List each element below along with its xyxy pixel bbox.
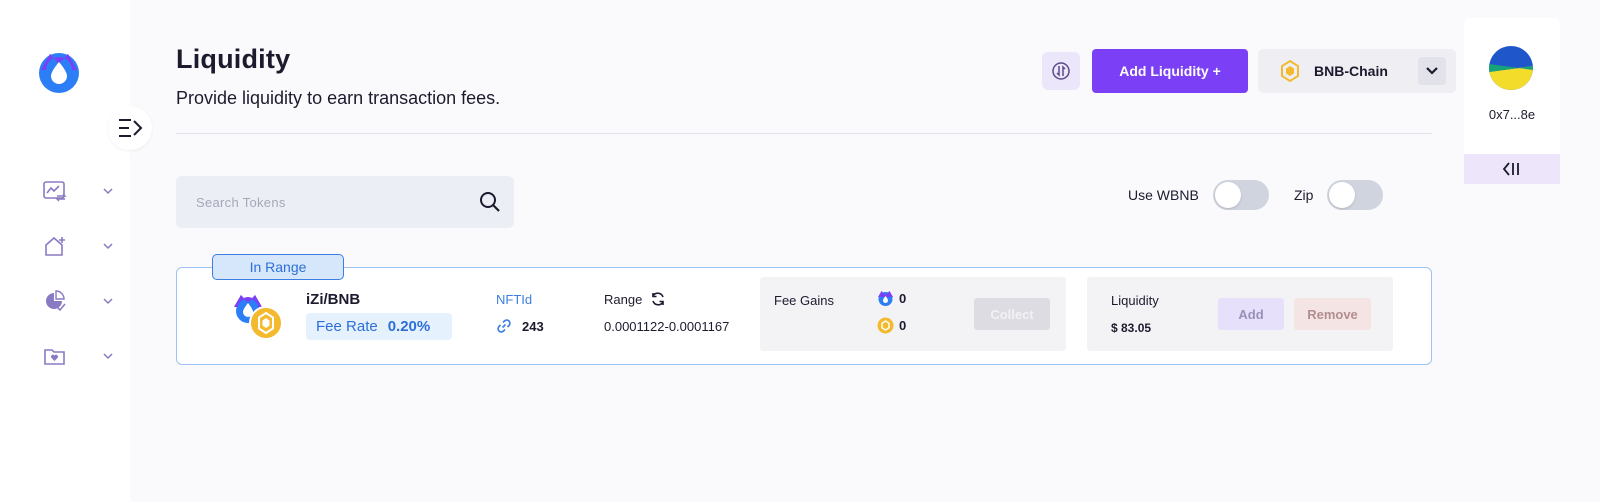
swap-mode-button[interactable] xyxy=(1042,52,1080,90)
izumi-logo[interactable] xyxy=(37,48,81,94)
header-divider xyxy=(176,133,1432,134)
fee-gain-bnb: 0 xyxy=(877,317,906,334)
nft-id-label: NFTId xyxy=(496,292,533,307)
fee-rate-label: Fee Rate xyxy=(316,318,378,335)
wallet-panel-collapse-button[interactable] xyxy=(1464,154,1560,184)
chevron-down-icon xyxy=(103,243,113,250)
price-range-value: 0.0001122-0.0001167 xyxy=(604,319,730,334)
menu-collapse-icon xyxy=(119,119,143,137)
search-input[interactable] xyxy=(196,194,478,210)
liquidity-panel: Liquidity $ 83.05 Add Remove xyxy=(1087,277,1393,351)
toggle-knob xyxy=(1214,182,1241,208)
chain-dropdown-caret[interactable] xyxy=(1418,57,1446,85)
chevron-down-icon xyxy=(103,353,113,360)
add-button[interactable]: Add xyxy=(1218,298,1284,330)
zip-label: Zip xyxy=(1294,187,1314,203)
use-wbnb-toggle-group: Use WBNB xyxy=(1128,180,1269,210)
sidebar-collapse-button[interactable] xyxy=(108,106,152,150)
page-title: Liquidity xyxy=(176,44,291,74)
use-wbnb-label: Use WBNB xyxy=(1128,187,1199,203)
bnb-token-icon xyxy=(249,306,283,340)
link-icon[interactable] xyxy=(496,318,512,334)
nft-id-row[interactable]: 243 xyxy=(496,318,544,334)
range-status-badge: In Range xyxy=(212,254,344,280)
sidebar xyxy=(0,0,152,502)
remove-button[interactable]: Remove xyxy=(1294,298,1371,330)
sidebar-item-portfolio[interactable] xyxy=(42,341,122,371)
fee-gain-izi-value: 0 xyxy=(899,291,907,306)
bnb-chain-icon xyxy=(1281,59,1299,83)
liquidity-label: Liquidity xyxy=(1111,293,1159,308)
page-subtitle: Provide liquidity to earn transaction fe… xyxy=(176,88,501,108)
nft-id-value: 243 xyxy=(522,318,544,334)
liquidity-value: $ 83.05 xyxy=(1111,321,1152,335)
fee-gain-bnb-value: 0 xyxy=(899,318,907,333)
chevron-down-icon xyxy=(1426,67,1438,75)
token-pair-icons xyxy=(232,293,284,340)
search-icon[interactable] xyxy=(478,190,502,214)
use-wbnb-toggle[interactable] xyxy=(1212,180,1269,210)
collapse-left-icon xyxy=(1502,162,1519,176)
home-plus-icon xyxy=(45,236,65,256)
pair-name: iZi/BNB xyxy=(306,291,361,308)
add-liquidity-button[interactable]: Add Liquidity + xyxy=(1092,49,1248,93)
refresh-icon[interactable] xyxy=(650,291,666,307)
zip-toggle[interactable] xyxy=(1327,180,1384,210)
toggle-knob xyxy=(1329,182,1356,208)
zip-toggle-group: Zip xyxy=(1294,180,1384,210)
chain-name: BNB-Chain xyxy=(1314,63,1388,79)
pie-check-icon xyxy=(46,290,66,312)
range-label-row: Range xyxy=(604,291,666,307)
chevron-down-icon xyxy=(103,188,113,195)
sidebar-item-analytics[interactable] xyxy=(42,286,122,316)
bnb-token-icon xyxy=(877,317,894,334)
sidebar-item-earn[interactable] xyxy=(42,231,122,261)
chain-selector[interactable]: BNB-Chain xyxy=(1258,49,1456,93)
fee-gain-izi: 0 xyxy=(877,290,906,307)
chevron-down-icon xyxy=(103,298,113,305)
range-label: Range xyxy=(604,291,643,307)
avatar[interactable] xyxy=(1489,46,1533,90)
fee-gains-panel: Fee Gains 0 0 Collect xyxy=(760,277,1066,351)
fee-rate-pill: Fee Rate 0.20% xyxy=(306,313,452,340)
izi-token-icon xyxy=(878,291,893,306)
swap-circle-icon xyxy=(1052,62,1070,80)
folder-heart-icon xyxy=(44,349,65,365)
chart-exchange-icon xyxy=(43,181,67,202)
main-content: Liquidity Provide liquidity to earn tran… xyxy=(130,0,1470,502)
sidebar-item-trade[interactable] xyxy=(42,176,122,206)
fee-rate-value: 0.20% xyxy=(387,318,431,335)
collect-button[interactable]: Collect xyxy=(974,298,1050,330)
wallet-panel: 0x7...8e xyxy=(1464,18,1560,184)
fee-gains-label: Fee Gains xyxy=(774,293,834,308)
search-box[interactable] xyxy=(176,176,514,228)
wallet-address[interactable]: 0x7...8e xyxy=(1464,107,1560,122)
